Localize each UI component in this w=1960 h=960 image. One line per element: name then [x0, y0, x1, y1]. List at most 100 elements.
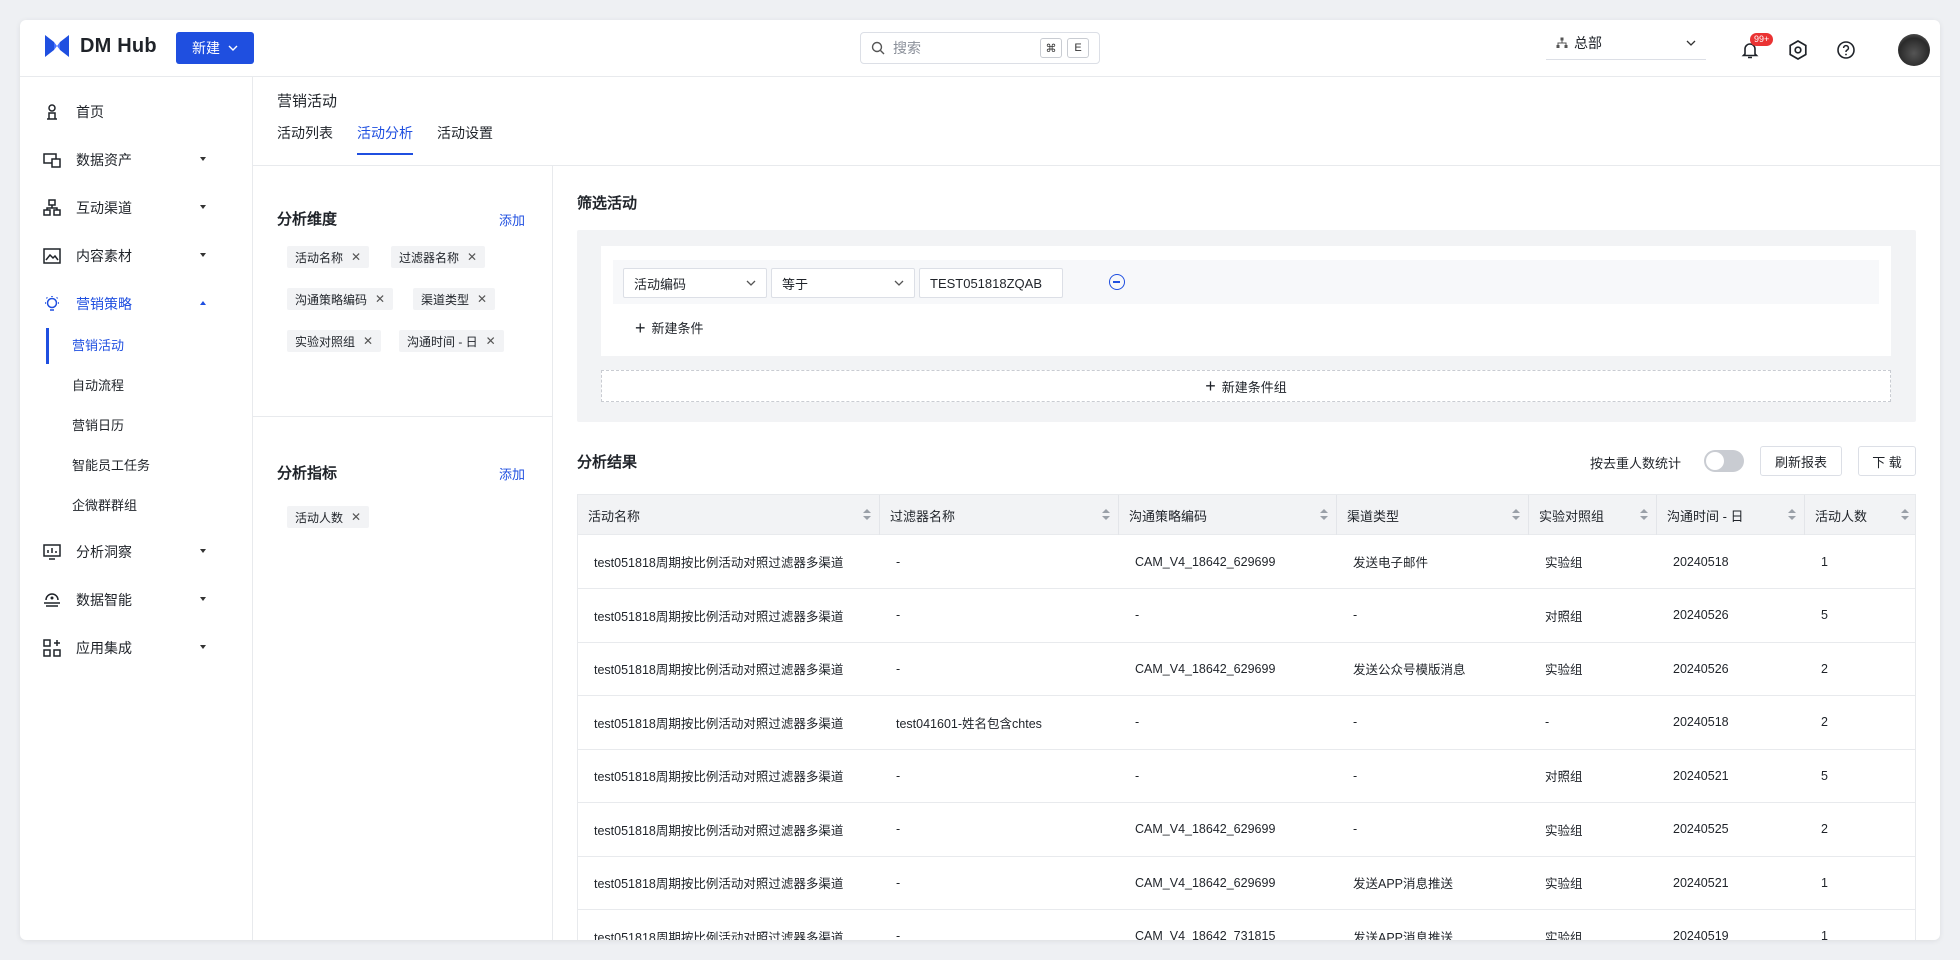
sidebar-item-data-intelligence[interactable]: 数据智能 — [20, 580, 253, 620]
filter-title: 筛选活动 — [577, 195, 638, 212]
sidebar-subitem-wecom-groups[interactable]: 企微群群组 — [20, 488, 253, 520]
sort-icon[interactable] — [1512, 509, 1520, 521]
remove-chip-icon[interactable]: ✕ — [351, 250, 361, 264]
metric-chip: 活动人数 ✕ — [287, 506, 370, 528]
org-selector[interactable]: 总部 — [1546, 26, 1706, 60]
sidebar-item-label: 首页 — [76, 104, 104, 120]
dimension-chip: 活动名称 ✕ — [287, 246, 370, 268]
remove-chip-icon[interactable]: ✕ — [351, 510, 361, 524]
sidebar-item-label: 营销策略 — [76, 296, 132, 312]
table-cell: test051818周期按比例活动对照过滤器多渠道 — [594, 556, 844, 570]
add-condition-group-button[interactable]: + 新建条件组 — [601, 370, 1891, 402]
remove-chip-icon[interactable]: ✕ — [477, 292, 487, 306]
new-button[interactable]: 新建 — [176, 32, 254, 64]
sort-icon[interactable] — [1320, 509, 1328, 521]
notifications-button[interactable]: 99+ — [1736, 33, 1774, 64]
table-cell: test051818周期按比例活动对照过滤器多渠道 — [594, 877, 844, 891]
sidebar-subitem-marketing-calendar[interactable]: 营销日历 — [20, 408, 253, 440]
sidebar-item-channels[interactable]: 互动渠道 — [20, 188, 253, 228]
table-cell: CAM_V4_18642_629699 — [1135, 875, 1276, 890]
help-button[interactable] — [1832, 36, 1860, 64]
table-row[interactable]: test051818周期按比例活动对照过滤器多渠道 - CAM_V4_18642_6… — [578, 642, 1915, 696]
sidebar-item-marketing-strategy[interactable]: 营销策略 — [20, 284, 253, 324]
table-row[interactable]: test051818周期按比例活动对照过滤器多渠道 - - - 对照组 20240526 5 — [578, 589, 1915, 643]
search-input[interactable]: 搜索 ⌘ E — [860, 32, 1100, 64]
add-metric-link[interactable]: 添加 — [499, 464, 525, 483]
table-cell: - — [896, 554, 901, 569]
column-header[interactable]: 实验对照组 — [1529, 495, 1657, 535]
remove-chip-icon[interactable]: ✕ — [375, 292, 385, 306]
dedup-toggle[interactable] — [1704, 450, 1744, 472]
sidebar-item-label: 分析洞察 — [76, 544, 132, 560]
sidebar-subitem-marketing-campaign[interactable]: 营销活动 — [20, 328, 253, 364]
table-cell: 1 — [1821, 875, 1828, 890]
column-header[interactable]: 活动人数 — [1805, 495, 1915, 535]
filter-container: 活动编码 等于 TEST051818ZQAB + 新建条件 + 新建条件组 — [577, 230, 1916, 422]
settings-button[interactable] — [1784, 36, 1812, 64]
table-row[interactable]: test051818周期按比例活动对照过滤器多渠道 - CAM_V4_18642_6… — [578, 535, 1915, 589]
logo-text: DM Hub — [80, 34, 157, 57]
sort-icon[interactable] — [1901, 509, 1909, 521]
sidebar-item-home[interactable]: 首页 — [20, 92, 253, 132]
app-window: DM Hub 新建 搜索 ⌘ E 总部 99+ 首页 数据资产 互动渠道 内容素… — [20, 20, 1940, 940]
remove-chip-icon[interactable]: ✕ — [467, 250, 477, 264]
column-header[interactable]: 活动名称 — [578, 495, 880, 535]
table-cell: 对照组 — [1545, 609, 1583, 624]
table-cell: - — [896, 768, 901, 783]
download-button[interactable]: 下 载 — [1858, 446, 1916, 476]
column-header-label: 渠道类型 — [1347, 508, 1400, 524]
sidebar-subitem-auto-flow[interactable]: 自动流程 — [20, 368, 253, 400]
logo[interactable]: DM Hub — [44, 34, 157, 58]
sidebar-subitem-label: 营销活动 — [72, 337, 125, 353]
table-row[interactable]: test051818周期按比例活动对照过滤器多渠道 test041601-姓名包含… — [578, 696, 1915, 750]
table-cell: test051818周期按比例活动对照过滤器多渠道 — [594, 663, 844, 677]
field-select[interactable]: 活动编码 — [623, 268, 767, 298]
analysis-config-panel: 分析维度 添加 活动名称 ✕ 过滤器名称 ✕ 沟通策略编码 ✕ 渠道类型 ✕ 实验对照组… — [253, 166, 553, 940]
sort-icon[interactable] — [1640, 509, 1648, 521]
table-cell: - — [1353, 608, 1358, 622]
column-header[interactable]: 沟通时间 - 日 — [1657, 495, 1805, 535]
remove-condition-icon[interactable] — [1109, 274, 1125, 290]
sidebar-item-data-assets[interactable]: 数据资产 — [20, 140, 253, 180]
table-cell: 20240519 — [1673, 929, 1729, 940]
column-header[interactable]: 沟通策略编码 — [1119, 495, 1337, 535]
column-header-label: 活动人数 — [1815, 508, 1868, 524]
avatar[interactable] — [1898, 34, 1930, 66]
table-cell: test051818周期按比例活动对照过滤器多渠道 — [594, 609, 844, 624]
remove-chip-icon[interactable]: ✕ — [486, 334, 496, 348]
sidebar-item-app-integration[interactable]: 应用集成 — [20, 628, 253, 668]
tab-campaign-settings[interactable]: 活动设置 — [437, 123, 493, 155]
sort-icon[interactable] — [1788, 509, 1796, 521]
operator-select-value: 等于 — [782, 276, 809, 292]
add-dimension-link[interactable]: 添加 — [499, 210, 525, 229]
refresh-report-button[interactable]: 刷新报表 — [1760, 446, 1842, 476]
table-cell: test051818周期按比例活动对照过滤器多渠道 — [594, 770, 844, 784]
sidebar-item-label: 数据资产 — [76, 152, 132, 168]
table-cell: 实验组 — [1545, 877, 1583, 891]
sidebar-item-insights[interactable]: 分析洞察 — [20, 532, 253, 572]
table-row[interactable]: test051818周期按比例活动对照过滤器多渠道 - CAM_V4_18642_6… — [578, 856, 1915, 910]
add-condition-button[interactable]: + 新建条件 — [635, 318, 704, 337]
column-header[interactable]: 过滤器名称 — [880, 495, 1119, 535]
sidebar-subitem-smart-staff-tasks[interactable]: 智能员工任务 — [20, 448, 253, 480]
sidebar-subitem-label: 营销日历 — [72, 417, 125, 433]
condition-value: TEST051818ZQAB — [930, 275, 1042, 291]
page-tabs: 活动列表 活动分析 活动设置 — [277, 123, 493, 155]
tab-campaign-list[interactable]: 活动列表 — [277, 123, 333, 155]
dmhub-logo-icon — [45, 35, 69, 57]
operator-select[interactable]: 等于 — [771, 268, 915, 298]
table-row[interactable]: test051818周期按比例活动对照过滤器多渠道 - CAM_V4_18642_6… — [578, 803, 1915, 857]
table-row[interactable]: test051818周期按比例活动对照过滤器多渠道 - CAM_V4_18642_7… — [578, 910, 1915, 940]
sort-icon[interactable] — [1102, 509, 1110, 521]
sort-icon[interactable] — [863, 509, 871, 521]
tab-campaign-analysis[interactable]: 活动分析 — [357, 123, 413, 155]
sidebar-item-label: 互动渠道 — [76, 200, 132, 216]
help-icon — [1837, 41, 1855, 59]
table-row[interactable]: test051818周期按比例活动对照过滤器多渠道 - - - 对照组 20240521 5 — [578, 749, 1915, 803]
sidebar-item-content[interactable]: 内容素材 — [20, 236, 253, 276]
condition-value-input[interactable]: TEST051818ZQAB — [919, 268, 1063, 298]
column-header[interactable]: 渠道类型 — [1337, 495, 1529, 535]
field-select-value: 活动编码 — [634, 276, 687, 292]
remove-chip-icon[interactable]: ✕ — [363, 334, 373, 348]
table-cell: CAM_V4_18642_629699 — [1135, 554, 1276, 569]
